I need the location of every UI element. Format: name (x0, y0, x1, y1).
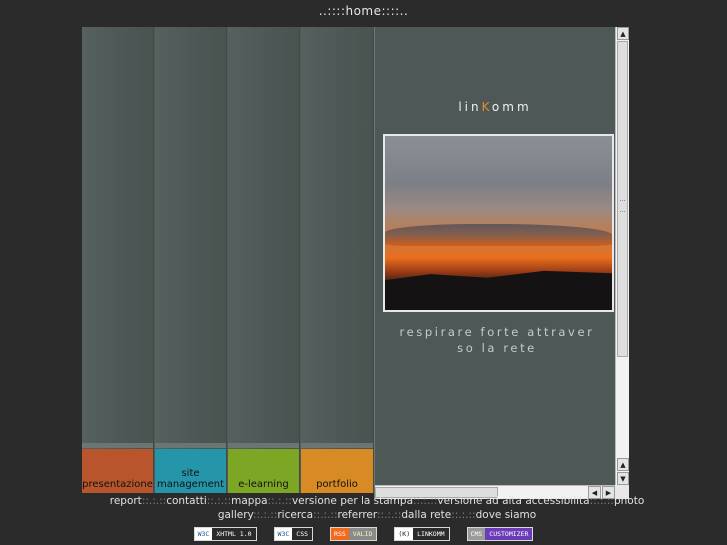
tab-presentazione[interactable]: presentazione (82, 449, 153, 493)
tagline: respirare forte attraver so la rete (399, 325, 595, 355)
link-referrer[interactable]: referrer (338, 509, 378, 521)
link-versione-stampa[interactable]: versione per la stampa (292, 495, 413, 507)
footer-links-row-2: gallery::.:.::ricerca::.:.::referrer::.:… (217, 509, 537, 521)
page-title: ..::::home::::.. (318, 4, 409, 18)
link-dove-siamo[interactable]: dove siamo (476, 509, 537, 521)
navigation-frame: presentazione site management e-learning… (82, 27, 374, 493)
tab-site-management[interactable]: site management (155, 449, 226, 493)
nav-column-presentazione: presentazione (82, 27, 154, 493)
link-photo[interactable]: photo (614, 495, 644, 507)
link-contatti[interactable]: contatti (166, 495, 207, 507)
sunset-photo (383, 134, 614, 312)
linkomm-badge[interactable]: (K) LINKOMM (394, 527, 450, 541)
vertical-scroll-thumb[interactable] (617, 41, 628, 357)
validation-badges: W3C XHTML 1.0 W3C CSS RSS VALID (K) LINKOMM … (0, 527, 727, 541)
link-report[interactable]: report (110, 495, 142, 507)
rss-badge[interactable]: RSS VALID (330, 527, 378, 541)
scroll-down-icon[interactable]: ▼ (617, 472, 629, 485)
vertical-scrollbar[interactable]: ▲ ▲ ▼ (615, 27, 629, 485)
tab-e-learning[interactable]: e-learning (228, 449, 299, 493)
nav-column-e-learning: e-learning (228, 27, 300, 493)
css-badge[interactable]: W3C CSS (273, 527, 314, 541)
xhtml-badge[interactable]: W3C XHTML 1.0 (193, 527, 257, 541)
scroll-up-icon[interactable]: ▲ (617, 458, 629, 471)
footer-links-row-1: report::.:.::contatti::.:.::mappa::.:.::… (109, 495, 645, 507)
linkomm-logo: linKomm (458, 100, 532, 114)
tab-portfolio[interactable]: portfolio (301, 449, 373, 493)
nav-column-portfolio: portfolio (301, 27, 374, 493)
nav-column-site-management: site management (155, 27, 227, 493)
link-gallery[interactable]: gallery (218, 509, 253, 521)
link-ricerca[interactable]: ricerca (277, 509, 313, 521)
cms-customizer-badge[interactable]: CMS CUSTOMIZER (466, 527, 534, 541)
scroll-up-icon[interactable]: ▲ (617, 27, 629, 40)
link-dalla-rete[interactable]: dalla rete (401, 509, 451, 521)
content-frame[interactable]: linKomm respirare forte attraver so la r… (374, 27, 629, 499)
link-versione-accessibilita[interactable]: versione ad alta accessibilità (437, 495, 589, 507)
link-mappa[interactable]: mappa (231, 495, 267, 507)
